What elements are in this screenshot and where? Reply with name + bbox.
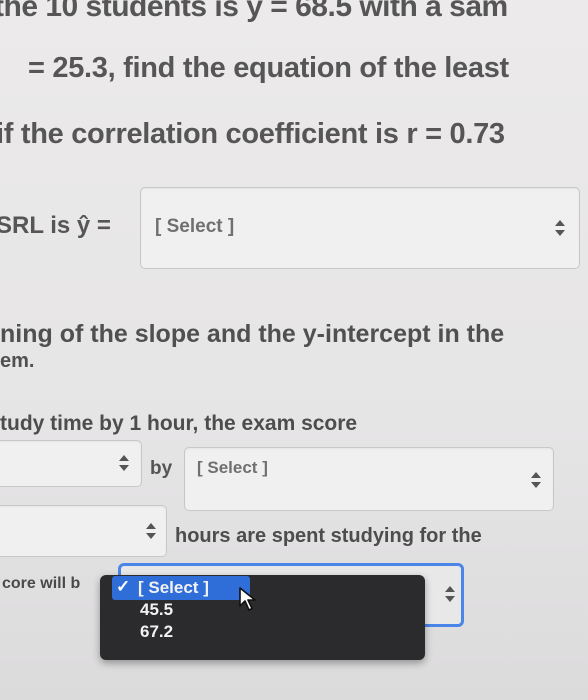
select-arrows-icon (531, 472, 541, 488)
dropdown-option-select[interactable]: [ Select ] (138, 578, 209, 598)
by-label: by (150, 458, 173, 479)
lsrl-select[interactable]: [ Select ] (140, 187, 580, 269)
check-icon: ✓ (116, 577, 131, 596)
intercept-condition-select[interactable] (0, 505, 167, 557)
part-b-line-1: ning of the slope and the y-intercept in… (0, 320, 505, 348)
question-line-2: = 25.3, find the equation of the least (28, 52, 509, 84)
dropdown-option-45-5[interactable]: 45.5 (140, 600, 173, 620)
mouse-pointer-icon (239, 587, 256, 611)
select-arrows-icon (119, 455, 129, 471)
dropdown-option-67-2[interactable]: 67.2 (140, 622, 173, 642)
question-line-1: the 10 students is ȳ = 68.5 with a sam (0, 0, 508, 23)
lsrl-select-value: [ Select ] (155, 216, 235, 237)
slope-direction-select[interactable] (0, 440, 142, 487)
lsrl-label: SRL is ŷ = (0, 212, 111, 239)
select-arrows-icon (555, 220, 565, 236)
slope-amount-select[interactable]: [ Select ] (184, 447, 554, 511)
intercept-sentence: hours are spent studying for the (175, 525, 482, 547)
select-arrows-icon (445, 586, 455, 602)
slope-sentence: tudy time by 1 hour, the exam score (0, 412, 358, 435)
select-arrows-icon (146, 523, 156, 539)
part-b-line-2: em. (0, 350, 35, 372)
intercept-prefix: core will b (2, 575, 81, 592)
slope-amount-select-value: [ Select ] (197, 458, 268, 477)
question-line-3: if the correlation coefficient is r = 0.… (0, 118, 505, 150)
